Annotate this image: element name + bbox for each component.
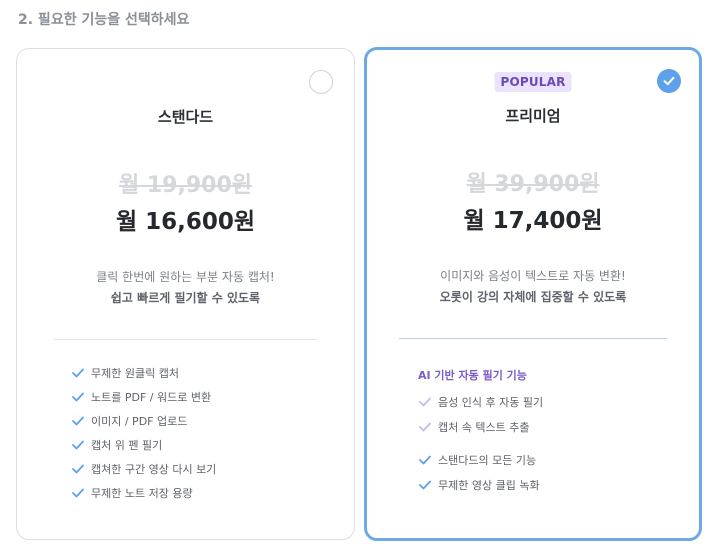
plan-tagline: 오롯이 강의 자체에 집중할 수 있도록 — [439, 290, 627, 304]
feature-list: 무제한 원클릭 캡처 노트를 PDF / 워드로 변환 이미지 / PDF 업로… — [72, 361, 216, 505]
check-icon — [72, 440, 84, 450]
feature-item: 음성 인식 후 자동 필기 — [419, 389, 543, 414]
feature-item: 스탠다드의 모든 기능 — [419, 447, 540, 472]
check-icon — [72, 392, 84, 402]
check-icon — [72, 368, 84, 378]
divider — [399, 338, 667, 339]
feature-label: 캡처 속 텍스트 추출 — [438, 420, 530, 434]
original-price: 월 39,900원 — [466, 172, 600, 197]
discount-price: 월 17,400원 — [463, 208, 603, 234]
ai-feature-title: AI 기반 자동 필기 기능 — [418, 369, 527, 382]
check-icon — [72, 416, 84, 426]
feature-item: 캡처 위 펜 필기 — [72, 433, 216, 457]
section-title: 2. 필요한 기능을 선택하세요 — [18, 12, 190, 28]
plan-name: 프리미엄 — [505, 107, 561, 125]
feature-label: 무제한 원클릭 캡처 — [91, 367, 179, 380]
feature-label: 무제한 영상 클립 녹화 — [438, 478, 540, 492]
feature-label: 이미지 / PDF 업로드 — [91, 415, 188, 428]
plan-description: 이미지와 음성이 텍스트로 자동 변환! — [440, 269, 626, 283]
check-circle-icon — [663, 76, 675, 86]
feature-label: 무제한 노트 저장 용량 — [91, 487, 193, 500]
original-price: 월 19,900원 — [118, 173, 253, 198]
feature-item: 이미지 / PDF 업로드 — [72, 409, 216, 433]
plan-card-premium[interactable]: POPULAR 프리미엄 월 39,900원 월 17,400원 이미지와 음성… — [364, 47, 702, 541]
feature-item: 캡처 속 텍스트 추출 — [419, 414, 543, 439]
check-icon — [72, 488, 84, 498]
plan-radio-standard[interactable] — [309, 70, 333, 94]
feature-label: 스탠다드의 모든 기능 — [438, 453, 537, 467]
plan-radio-premium[interactable] — [657, 69, 681, 93]
feature-item: 무제한 영상 클립 녹화 — [419, 472, 540, 497]
check-icon — [419, 397, 431, 406]
feature-item: 무제한 노트 저장 용량 — [72, 481, 216, 505]
check-icon — [72, 464, 84, 474]
feature-list: 스탠다드의 모든 기능 무제한 영상 클립 녹화 — [419, 447, 540, 497]
discount-price: 월 16,600원 — [115, 209, 256, 235]
check-icon — [419, 480, 431, 489]
popular-badge: POPULAR — [494, 72, 572, 92]
feature-label: 캡쳐한 구간 영상 다시 보기 — [91, 463, 217, 476]
divider — [53, 339, 318, 340]
plan-tagline: 쉽고 빠르게 필기할 수 있도록 — [110, 291, 261, 305]
check-icon — [419, 422, 431, 431]
plan-card-standard[interactable]: 스탠다드 월 19,900원 월 16,600원 클릭 한번에 원하는 부분 자… — [16, 48, 355, 540]
plan-name: 스탠다드 — [157, 108, 214, 126]
feature-label: 음성 인식 후 자동 필기 — [438, 395, 544, 409]
feature-label: 노트를 PDF / 워드로 변환 — [91, 391, 212, 404]
plan-description: 클릭 한번에 원하는 부분 자동 캡처! — [96, 270, 275, 284]
feature-item: 캡쳐한 구간 영상 다시 보기 — [72, 457, 216, 481]
feature-label: 캡처 위 펜 필기 — [91, 439, 163, 452]
feature-item: 노트를 PDF / 워드로 변환 — [72, 385, 216, 409]
check-icon — [419, 455, 431, 464]
feature-item: 무제한 원클릭 캡처 — [72, 361, 216, 385]
ai-feature-list: 음성 인식 후 자동 필기 캡처 속 텍스트 추출 — [419, 389, 543, 439]
